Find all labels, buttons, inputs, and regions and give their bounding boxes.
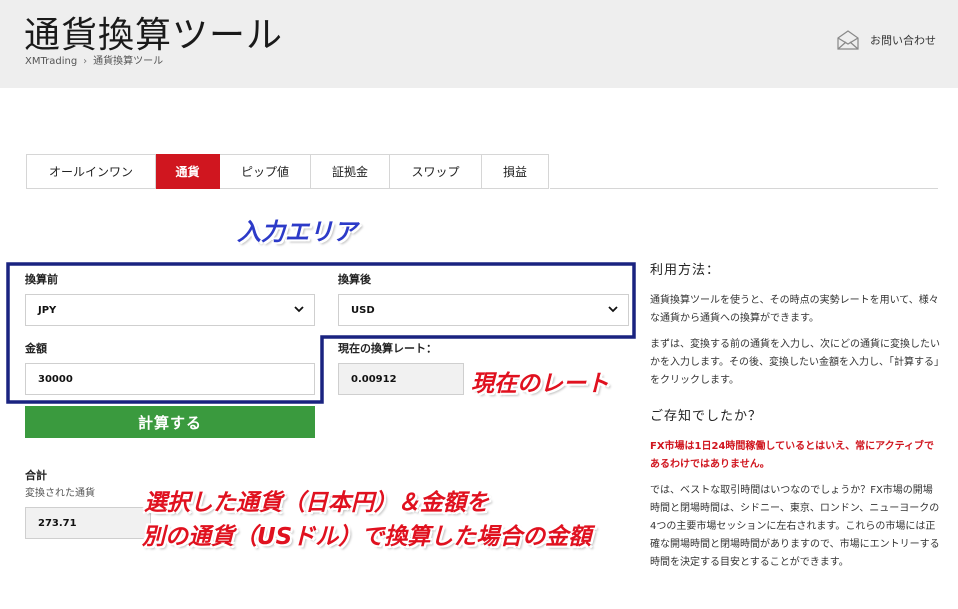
- breadcrumb: XMTrading › 通貨換算ツール: [25, 52, 163, 67]
- callout-input-area: 入力エリア: [237, 218, 357, 246]
- tab-divider: [550, 188, 938, 189]
- rate-label: 現在の換算レート：: [338, 342, 437, 355]
- tab-swap[interactable]: スワップ: [390, 154, 482, 189]
- usage-paragraph-2: まずは、変換する前の通貨を入力し、次にどの通貨に変換したいかを入力します。その後…: [650, 339, 940, 386]
- to-currency-label: 換算後: [338, 273, 371, 286]
- did-you-know-title: ご存知でしたか？: [650, 409, 763, 424]
- callout-current-rate: 現在のレート: [471, 371, 609, 397]
- amount-input[interactable]: 30000: [25, 363, 315, 395]
- to-currency-value: USD: [351, 304, 375, 316]
- tab-currency[interactable]: 通貨: [156, 154, 220, 189]
- callout-result-line2: 別の通貨（USドル）で換算した場合の金額: [142, 524, 592, 550]
- from-currency-label: 換算前: [25, 273, 58, 286]
- tab-all-in-one[interactable]: オールインワン: [26, 154, 156, 189]
- rate-value-field: 0.00912: [338, 363, 464, 395]
- total-label: 合計: [25, 469, 47, 482]
- from-currency-select[interactable]: JPY: [25, 294, 315, 326]
- envelope-icon: [836, 30, 860, 50]
- tab-pip-value[interactable]: ピップ値: [220, 154, 311, 189]
- breadcrumb-separator: ›: [83, 56, 88, 67]
- page-title: 通貨換算ツール: [24, 15, 284, 56]
- calculate-button[interactable]: 計算する: [25, 406, 315, 438]
- breadcrumb-current: 通貨換算ツール: [93, 56, 164, 67]
- amount-label: 金額: [25, 342, 47, 355]
- tab-profit-loss[interactable]: 損益: [482, 154, 549, 189]
- total-sublabel: 変換された通貨: [25, 488, 95, 499]
- callout-result: 選択した通貨（日本円）＆金額を 別の通貨（USドル）で換算した場合の金額: [142, 486, 591, 554]
- chevron-down-icon: [608, 305, 618, 316]
- breadcrumb-home-link[interactable]: XMTrading: [25, 56, 77, 67]
- callout-result-line1: 選択した通貨（日本円）＆金額を: [144, 490, 489, 516]
- usage-title: 利用方法：: [650, 263, 721, 278]
- chevron-down-icon: [294, 305, 304, 316]
- contact-label: お問い合わせ: [870, 34, 936, 47]
- info-sidebar: 利用方法： 通貨換算ツールを使うと、その時点の実勢レートを用いて、様々な通貨から…: [650, 262, 940, 580]
- total-value-field: 273.71: [25, 507, 151, 539]
- calculator-tabs: オールインワン 通貨 ピップ値 証拠金 スワップ 損益: [26, 154, 549, 189]
- tab-margin[interactable]: 証拠金: [311, 154, 390, 189]
- contact-link[interactable]: お問い合わせ: [836, 30, 936, 50]
- to-currency-select[interactable]: USD: [338, 294, 629, 326]
- did-you-know-paragraph: では、ベストな取引時間はいつなのでしょうか？FX市場の開場時間と閉場時間は、シド…: [650, 485, 940, 568]
- did-you-know-alert: FX市場は1日24時間稼働しているとはいえ、常にアクティブであるわけではありませ…: [650, 441, 935, 470]
- from-currency-value: JPY: [38, 304, 57, 316]
- usage-paragraph-1: 通貨換算ツールを使うと、その時点の実勢レートを用いて、様々な通貨から通貨への換算…: [650, 295, 939, 324]
